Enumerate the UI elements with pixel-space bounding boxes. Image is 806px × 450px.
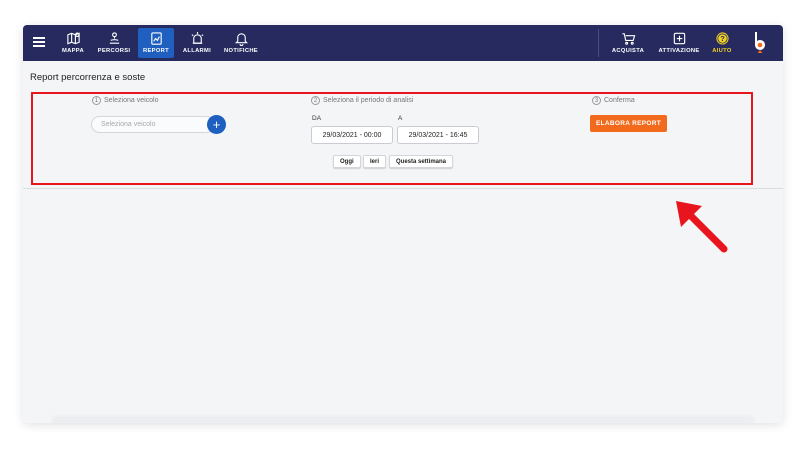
menu-icon[interactable] — [33, 37, 45, 47]
plus-square-icon — [673, 32, 685, 45]
top-navbar: MAPPA PERCORSI REPORT ALLARMI NOTIFICHE … — [23, 25, 783, 61]
nav-label: ALLARMI — [182, 48, 212, 54]
nav-label: REPORT — [143, 48, 169, 54]
nav-item-percorsi[interactable]: PERCORSI — [96, 28, 132, 58]
vehicle-input-placeholder: Seleziona veicolo — [101, 121, 156, 128]
nav-item-acquista[interactable]: ACQUISTA — [610, 28, 646, 58]
nav-label: ATTIVAZIONE — [658, 48, 700, 54]
step-label: Seleziona il periodo di analisi — [323, 97, 414, 104]
to-label: A — [398, 115, 403, 122]
nav-label: ACQUISTA — [611, 48, 645, 54]
from-label: DA — [312, 115, 322, 122]
quick-yesterday-button[interactable]: Ieri — [363, 155, 387, 168]
nav-label: PERCORSI — [97, 48, 131, 54]
nav-label: NOTIFICHE — [224, 48, 258, 54]
bell-icon — [234, 33, 248, 46]
quick-today-button[interactable]: Oggi — [333, 155, 361, 168]
to-date-field[interactable]: 29/03/2021 - 16:45 — [397, 126, 479, 144]
step-number: 1 — [92, 96, 101, 105]
generate-report-button[interactable]: ELABORA REPORT — [590, 115, 667, 132]
step-label: Conferma — [604, 97, 635, 104]
help-icon: ? — [715, 32, 729, 45]
nav-item-aiuto[interactable]: ? AIUTO — [706, 28, 738, 58]
step-select-period: 2 Seleziona il periodo di analisi — [311, 96, 413, 105]
nav-label: AIUTO — [712, 48, 732, 54]
nav-label: MAPPA — [61, 48, 84, 54]
from-date-field[interactable]: 29/03/2021 - 00:00 — [311, 126, 393, 144]
step-select-vehicle: 1 Seleziona veicolo — [92, 96, 158, 105]
nav-item-allarmi[interactable]: ALLARMI — [179, 28, 215, 58]
alarm-icon — [191, 31, 203, 44]
add-vehicle-button[interactable]: + — [207, 115, 226, 134]
route-icon — [109, 32, 119, 44]
step-number: 2 — [311, 96, 320, 105]
red-arrow-annotation-icon — [676, 201, 728, 253]
nav-item-report[interactable]: REPORT — [138, 28, 174, 58]
svg-text:?: ? — [720, 34, 725, 43]
nav-item-mappa[interactable]: MAPPA — [55, 28, 91, 58]
content-divider — [23, 188, 783, 189]
step-number: 3 — [592, 96, 601, 105]
quick-this-week-button[interactable]: Questa settimana — [389, 155, 454, 168]
step-label: Seleziona veicolo — [104, 97, 159, 104]
map-icon — [66, 32, 80, 45]
nav-item-attivazione[interactable]: ATTIVAZIONE — [656, 28, 702, 58]
nav-item-notifiche[interactable]: NOTIFICHE — [222, 28, 260, 58]
app-window: MAPPA PERCORSI REPORT ALLARMI NOTIFICHE … — [23, 25, 783, 423]
navbar-divider — [598, 29, 599, 57]
bottom-drawer-edge — [53, 418, 753, 423]
step-confirm: 3 Conferma — [592, 96, 635, 105]
page-title: Report percorrenza e soste — [30, 72, 146, 83]
brand-logo-icon[interactable] — [751, 31, 769, 55]
vehicle-search-input[interactable]: Seleziona veicolo — [91, 116, 215, 133]
report-icon — [150, 32, 162, 45]
cart-icon — [621, 33, 635, 45]
plus-icon: + — [212, 117, 221, 132]
